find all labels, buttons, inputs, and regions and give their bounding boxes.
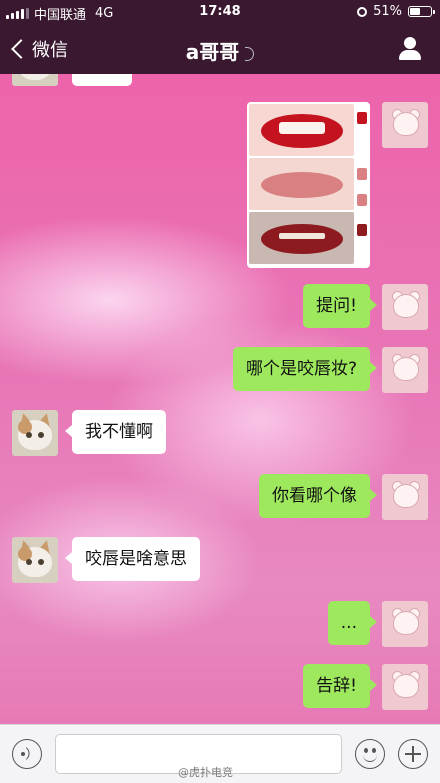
earpiece-mode-icon [245,46,255,61]
message-bubble-partial[interactable] [72,74,132,86]
battery-icon [408,6,435,17]
message-list[interactable]: 提问! 哪个是咬唇妆? 我不懂啊 你看哪个像 咬唇是啥意思 ... 告辞! [0,74,440,724]
message-bubble-theirs[interactable]: 我不懂啊 [65,410,166,454]
color-swatch [357,194,367,206]
message-bubble-mine[interactable]: 提问! [303,284,377,328]
voice-input-button[interactable] [12,739,42,769]
lip-photo-3 [249,212,354,264]
lip-photo-1 [249,104,354,156]
emoji-button[interactable] [355,739,385,769]
battery-fill [410,8,420,15]
color-swatch [357,224,367,236]
emoji-icon-mouth [363,755,377,762]
contact-name: a哥哥 [185,40,240,64]
contact-avatar[interactable] [12,537,58,583]
chat-title: a哥哥 [0,36,440,65]
lip-photo-2 [249,158,354,210]
my-avatar[interactable] [382,284,428,330]
message-bubble-mine[interactable]: 哪个是咬唇妆? [232,347,378,391]
contact-avatar[interactable] [12,74,58,86]
emoji-icon [364,748,368,753]
contact-avatar[interactable] [12,410,58,456]
my-avatar[interactable] [382,664,428,710]
message-bubble-mine[interactable]: 告辞! [303,664,377,708]
my-avatar[interactable] [382,601,428,647]
battery-percent: 51% [373,4,402,19]
watermark: @虎扑电竞 [178,766,233,779]
emoji-icon-eye [372,748,376,753]
color-swatch [357,112,367,124]
more-actions-button[interactable] [398,739,428,769]
chat-info-button[interactable] [398,37,422,61]
voice-icon-wave [20,747,33,760]
chat-header: 微信 a哥哥 [0,24,440,74]
color-swatch [357,168,367,180]
message-bubble-mine[interactable]: 你看哪个像 [259,474,377,518]
plus-icon-vertical [412,746,414,762]
alarm-icon [357,6,368,17]
my-avatar[interactable] [382,474,428,520]
status-bar: 中国联通 4G 17:48 51% [0,0,440,24]
image-message[interactable] [247,102,370,268]
my-avatar[interactable] [382,347,428,393]
person-icon-body [399,50,421,60]
my-avatar[interactable] [382,102,428,148]
person-icon [404,37,416,49]
message-bubble-theirs[interactable]: 咬唇是啥意思 [65,537,200,581]
message-bubble-mine[interactable]: ... [327,601,378,645]
